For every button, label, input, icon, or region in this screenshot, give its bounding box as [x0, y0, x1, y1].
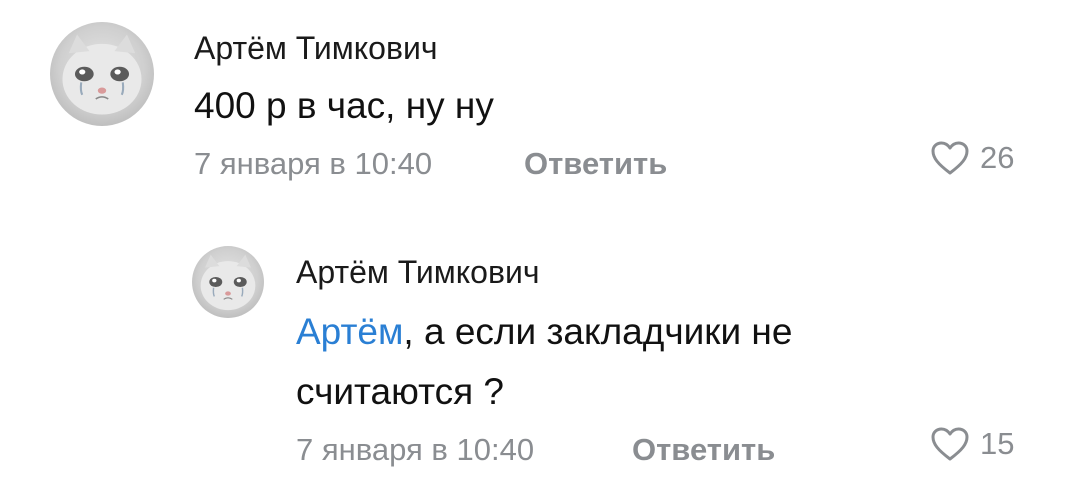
comment-text-line1: , а если закладчики не: [403, 311, 793, 352]
sad-cat-avatar-icon: [200, 254, 256, 311]
comment-date: 7 января в 10:40: [194, 146, 433, 181]
like-count: 15: [980, 426, 1015, 461]
heart-outline-icon: [931, 427, 969, 461]
mention-link[interactable]: Артём: [296, 311, 403, 352]
comment-author[interactable]: Артём Тимкович: [194, 30, 438, 67]
like-count: 26: [980, 140, 1015, 175]
comment-text-line2: считаются ?: [296, 371, 504, 412]
reply-button[interactable]: Ответить: [524, 146, 667, 182]
comment-date: 7 января в 10:40: [296, 432, 535, 467]
reply-comment: Артём Тимкович Артём, а если закладчики …: [0, 230, 1080, 497]
like-button[interactable]: 15: [930, 426, 1014, 462]
comment-text: 400 р в час, ну ну: [194, 85, 494, 126]
comment-author[interactable]: Артём Тимкович: [296, 254, 540, 291]
avatar[interactable]: [50, 22, 154, 126]
comment-text: Артём, а если закладчики не: [296, 302, 792, 362]
reply-button[interactable]: Ответить: [632, 432, 775, 468]
comment: Артём Тимкович 400 р в час, ну ну 7 янва…: [0, 0, 1080, 200]
like-button[interactable]: 26: [930, 140, 1014, 176]
avatar[interactable]: [192, 246, 264, 318]
sad-cat-avatar-icon: [62, 34, 142, 115]
heart-outline-icon: [931, 141, 969, 175]
